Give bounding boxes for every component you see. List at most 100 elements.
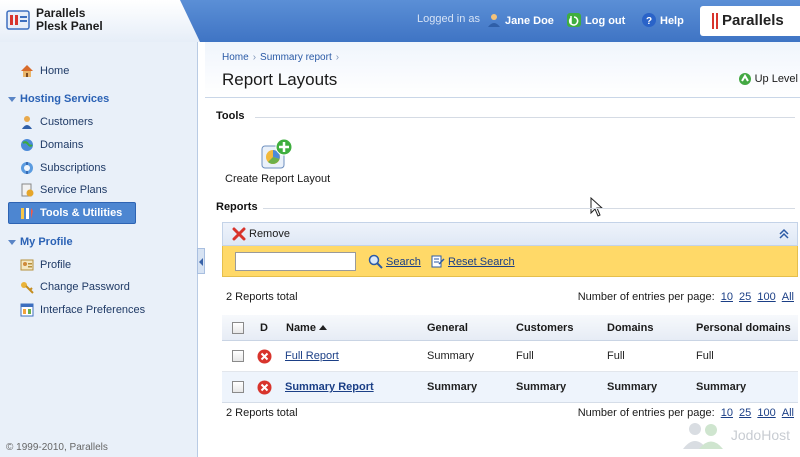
sidebar-item-profile[interactable]: Profile: [20, 256, 71, 274]
expand-triangle-icon: [8, 96, 16, 102]
delete-cell: [257, 372, 272, 402]
entries-per-page-top: Number of entries per page: 10 25 100 Al…: [578, 291, 794, 303]
collapse-up-icon[interactable]: [779, 228, 789, 240]
key-icon: [21, 282, 34, 294]
up-level-label: Up Level: [754, 73, 798, 85]
reports-toolbar: Remove: [222, 222, 798, 246]
per-page-100[interactable]: 100: [757, 407, 775, 419]
breadcrumb-separator: ›: [252, 52, 257, 63]
column-header-d: D: [260, 321, 268, 334]
sidebar-item-domains[interactable]: Domains: [20, 136, 83, 154]
per-page-all[interactable]: All: [782, 407, 794, 419]
copyright: © 1999-2010, Parallels: [6, 442, 108, 453]
sidebar-item-label: Interface Preferences: [40, 304, 146, 316]
column-header-name[interactable]: Name: [286, 315, 327, 340]
domains-icon: [21, 139, 33, 151]
mouse-cursor-icon: [590, 197, 604, 217]
select-all-checkbox[interactable]: [232, 321, 244, 334]
page-title: Report Layouts: [222, 70, 338, 89]
delete-icon[interactable]: [257, 349, 272, 364]
sidebar-item-subscriptions[interactable]: Subscriptions: [20, 159, 106, 177]
logout-link[interactable]: Log out: [567, 13, 625, 27]
sidebar-item-customers[interactable]: Customers: [20, 113, 93, 131]
per-page-10[interactable]: 10: [721, 291, 733, 303]
sidebar-item-label: Domains: [40, 139, 84, 151]
sidebar-item-label: Profile: [40, 259, 72, 271]
table-row: Summary Report Summary Summary Summary S…: [222, 372, 798, 403]
select-all-cell: [232, 315, 244, 340]
create-report-layout-button[interactable]: Create Report Layout: [225, 138, 335, 188]
main-content: Home › Summary report › Report Layouts Up L…: [205, 42, 800, 457]
sidebar-item-change-password[interactable]: Change Password: [20, 278, 130, 296]
reports-total-bottom: 2 Reports total: [226, 407, 298, 419]
report-name-link[interactable]: Full Report: [285, 350, 339, 362]
interface-preferences-icon: [20, 303, 34, 317]
service-plans-icon: [21, 183, 34, 197]
sidebar-item-label: Subscriptions: [40, 162, 107, 174]
tools-icon: [21, 208, 33, 219]
sidebar-item-tools-utilities[interactable]: Tools & Utilities: [20, 204, 122, 222]
breadcrumb-summary-report[interactable]: Summary report: [260, 52, 332, 63]
per-page-label: Number of entries per page:: [577, 407, 715, 419]
reports-total-top: 2 Reports total: [226, 291, 298, 303]
per-page-100[interactable]: 100: [757, 291, 775, 303]
search-input[interactable]: [235, 252, 356, 271]
user-link[interactable]: Jane Doe: [487, 13, 554, 27]
sort-ascending-icon: [318, 325, 327, 330]
brand-text: Parallels: [722, 12, 784, 29]
sidebar-item-label: Customers: [40, 116, 94, 128]
logo-area: Parallels Plesk Panel: [0, 0, 200, 42]
plesk-logo-icon: [6, 10, 30, 30]
reports-heading: Reports: [216, 201, 258, 213]
per-page-all[interactable]: All: [782, 291, 794, 303]
breadcrumb-home[interactable]: Home: [222, 52, 249, 63]
home-icon: [21, 65, 33, 77]
up-level-button[interactable]: Up Level: [738, 72, 798, 86]
parallels-bars-icon: [712, 13, 718, 29]
sidebar-item-label: Home: [40, 65, 70, 77]
customers-cell: Summary: [516, 381, 567, 393]
personal-domains-cell: Full: [696, 350, 714, 362]
reset-search-icon: [431, 255, 445, 268]
help-label: Help: [660, 15, 684, 27]
column-header-domains[interactable]: Domains: [607, 315, 653, 340]
sidebar-item-label: Service Plans: [40, 184, 108, 196]
user-name: Jane Doe: [505, 15, 554, 27]
search-button[interactable]: Search: [368, 254, 421, 269]
help-link[interactable]: ? Help: [642, 13, 684, 27]
per-page-25[interactable]: 25: [739, 407, 751, 419]
sidebar-section-profile[interactable]: My Profile: [8, 236, 73, 248]
sidebar-item-interface-preferences[interactable]: Interface Preferences: [20, 301, 145, 319]
general-cell: Summary: [427, 381, 478, 393]
per-page-10[interactable]: 10: [721, 407, 733, 419]
sidebar-section-hosting[interactable]: Hosting Services: [8, 93, 109, 105]
tools-divider: [255, 117, 795, 118]
top-header: Parallels Plesk Panel Logged in as Jane …: [0, 0, 800, 42]
sidebar-item-service-plans[interactable]: Service Plans: [20, 181, 107, 199]
column-name-label: Name: [286, 321, 316, 334]
row-select-cell: [232, 372, 244, 402]
sidebar-collapse-handle[interactable]: [197, 248, 205, 274]
reset-search-button[interactable]: Reset Search: [430, 254, 515, 269]
remove-label: Remove: [249, 228, 290, 240]
table-header-row: D Name General Customers Domains Persona…: [222, 315, 798, 341]
general-cell: Summary: [427, 350, 475, 362]
profile-icon: [20, 259, 34, 271]
row-checkbox[interactable]: [232, 350, 244, 362]
customers-icon: [22, 116, 32, 129]
column-header-customers[interactable]: Customers: [516, 315, 573, 340]
row-select-cell: [232, 341, 244, 371]
report-name-link[interactable]: Summary Report: [285, 381, 374, 393]
breadcrumb-separator: ›: [335, 52, 340, 63]
logout-icon: [567, 13, 581, 27]
remove-button[interactable]: Remove: [232, 227, 290, 241]
delete-icon[interactable]: [257, 380, 272, 395]
column-header-general[interactable]: General: [427, 315, 468, 340]
sidebar-item-home[interactable]: Home: [20, 62, 69, 80]
row-checkbox[interactable]: [232, 381, 244, 393]
create-report-layout-label: Create Report Layout: [225, 173, 331, 185]
per-page-25[interactable]: 25: [739, 291, 751, 303]
create-report-layout-icon: [261, 138, 293, 169]
domains-cell: Summary: [607, 381, 658, 393]
column-header-personal-domains[interactable]: Personal domains: [696, 315, 791, 340]
